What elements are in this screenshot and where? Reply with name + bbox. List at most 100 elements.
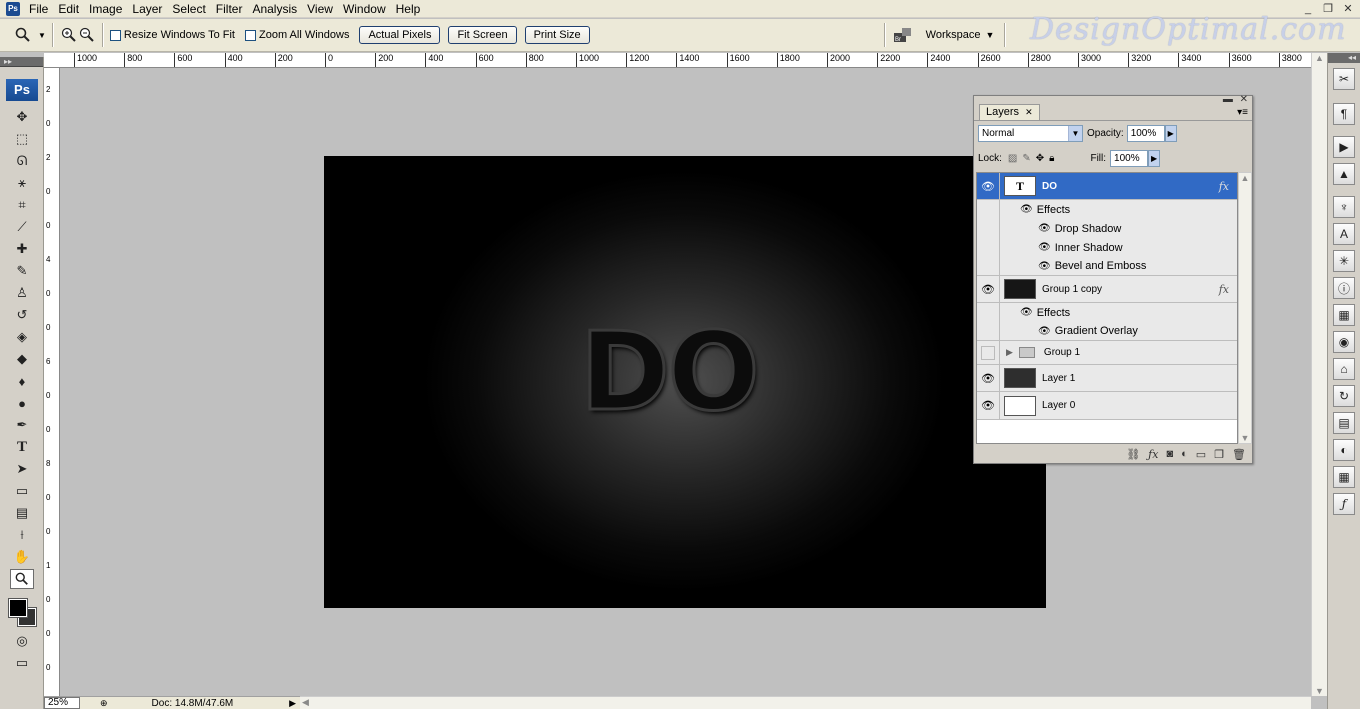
checkbox-box[interactable] xyxy=(244,29,256,41)
history-brush-tool-icon[interactable]: ↺ xyxy=(10,305,34,325)
menu-file[interactable]: File xyxy=(24,0,53,18)
scroll-up-icon[interactable]: ▲ xyxy=(1312,53,1327,63)
visibility-eye-icon[interactable]: 👁︎ xyxy=(977,173,1000,199)
shape-tool-icon[interactable]: ▭ xyxy=(10,481,34,501)
add-mask-icon[interactable]: ◙ xyxy=(1166,448,1173,460)
scroll-down-icon[interactable]: ▼ xyxy=(1312,686,1327,696)
opacity-slider-arrow-icon[interactable]: ▶ xyxy=(1164,125,1177,142)
effect-eye-icon[interactable]: 👁︎ xyxy=(1038,261,1051,272)
brush-tool-icon[interactable]: ✎ xyxy=(10,261,34,281)
layers-scrollbar[interactable]: ▲ ▼ xyxy=(1238,172,1252,444)
styles-panel-icon[interactable]: ◉ xyxy=(1333,331,1355,353)
visibility-toggle-empty[interactable] xyxy=(977,341,1000,364)
layer-row-group-1-copy[interactable]: 👁︎ Group 1 copy fx xyxy=(977,276,1237,303)
layer-row-layer-1[interactable]: 👁︎ Layer 1 xyxy=(977,365,1237,392)
effect-bevel-emboss[interactable]: 👁︎ Bevel and Emboss xyxy=(977,256,1237,276)
pen-tool-icon[interactable]: ✒ xyxy=(10,415,34,435)
actions-panel-icon[interactable]: ▶ xyxy=(1333,136,1355,158)
layer-comps-panel-icon[interactable]: ▦ xyxy=(1333,304,1355,326)
status-menu-arrow-icon[interactable]: ▶ xyxy=(289,698,296,709)
screen-mode-icon[interactable]: ▭ xyxy=(10,653,34,673)
scroll-down-icon[interactable]: ▼ xyxy=(1239,433,1251,443)
tab-close-icon[interactable]: ✕ xyxy=(1025,107,1033,117)
slice-tool-icon[interactable]: ⟋ xyxy=(10,217,34,237)
close-panel-icon[interactable]: ✕ xyxy=(1240,94,1248,105)
fill-slider-arrow-icon[interactable]: ▶ xyxy=(1148,150,1161,167)
bridge-icon[interactable]: Br xyxy=(892,26,914,44)
new-layer-icon[interactable]: ❐ xyxy=(1214,448,1224,461)
info-panel-icon[interactable]: ⓘ xyxy=(1333,277,1355,299)
move-tool-icon[interactable]: ✥ xyxy=(10,107,34,127)
effects-eye-icon[interactable]: 👁︎ xyxy=(1020,204,1033,215)
effect-gradient-overlay[interactable]: 👁︎ Gradient Overlay xyxy=(977,321,1237,341)
notes-tool-icon[interactable]: ▤ xyxy=(10,503,34,523)
effect-drop-shadow[interactable]: 👁︎ Drop Shadow xyxy=(977,219,1237,238)
menu-help[interactable]: Help xyxy=(391,0,426,18)
collapse-icon[interactable]: ▬ xyxy=(1223,94,1233,105)
quick-mask-icon[interactable]: ◎ xyxy=(10,631,34,651)
clone-stamp-tool-icon[interactable]: ♙ xyxy=(10,283,34,303)
effect-inner-shadow[interactable]: 👁︎ Inner Shadow xyxy=(977,238,1237,257)
menu-filter[interactable]: Filter xyxy=(211,0,248,18)
type-tool-icon[interactable]: T xyxy=(10,437,34,457)
dock-grip[interactable]: ◂◂ xyxy=(1328,53,1360,63)
zoom-level-field[interactable]: 25% xyxy=(44,697,80,709)
scroll-up-icon[interactable]: ▲ xyxy=(1239,173,1251,183)
magic-wand-tool-icon[interactable]: ⚹ xyxy=(10,173,34,193)
effects-header[interactable]: 👁︎ Effects xyxy=(977,200,1237,219)
color-panel-icon[interactable]: ◐ xyxy=(1333,439,1355,461)
menu-analysis[interactable]: Analysis xyxy=(247,0,302,18)
effects-eye-icon[interactable]: 👁︎ xyxy=(1020,307,1033,318)
fill-field[interactable]: 100% xyxy=(1110,150,1149,167)
menu-layer[interactable]: Layer xyxy=(127,0,167,18)
panel-menu-icon[interactable]: ▾≡ xyxy=(1237,107,1248,118)
visibility-eye-icon[interactable]: 👁︎ xyxy=(977,392,1000,419)
lasso-tool-icon[interactable]: ᘏ xyxy=(10,151,34,171)
zoom-all-windows-checkbox[interactable]: Zoom All Windows xyxy=(244,29,349,41)
zoom-tool-icon[interactable] xyxy=(10,569,34,589)
resize-windows-checkbox[interactable]: Resize Windows To Fit xyxy=(109,29,235,41)
effect-eye-icon[interactable]: 👁︎ xyxy=(1038,223,1051,234)
history-panel-icon[interactable]: ↻ xyxy=(1333,385,1355,407)
workspace-menu[interactable]: Workspace ▼ xyxy=(926,29,995,41)
zoom-out-icon[interactable] xyxy=(78,26,96,44)
notes-panel-icon[interactable]: ▤ xyxy=(1333,412,1355,434)
layer-style-panel-icon[interactable]: ƒ xyxy=(1333,493,1355,515)
blend-mode-select[interactable]: Normal ▼ xyxy=(978,125,1083,142)
dodge-tool-icon[interactable]: ● xyxy=(10,393,34,413)
lock-all-icon[interactable]: 🔒︎ xyxy=(1049,153,1054,164)
effect-eye-icon[interactable]: 👁︎ xyxy=(1038,242,1051,253)
navigator-panel-icon[interactable]: ✳ xyxy=(1333,250,1355,272)
hand-tool-icon[interactable]: ✋ xyxy=(10,547,34,567)
effects-header[interactable]: 👁︎ Effects xyxy=(977,303,1237,322)
fx-icon[interactable]: fx xyxy=(1219,283,1229,296)
print-size-button[interactable]: Print Size xyxy=(524,26,590,44)
tool-preset-dropdown-icon[interactable]: ▼ xyxy=(38,31,46,40)
checkbox-box[interactable] xyxy=(109,29,121,41)
swatches-panel-icon[interactable]: ▦ xyxy=(1333,466,1355,488)
opacity-field[interactable]: 100% xyxy=(1126,125,1165,142)
eraser-tool-icon[interactable]: ◈ xyxy=(10,327,34,347)
blur-tool-icon[interactable]: ♦ xyxy=(10,371,34,391)
clone-source-panel-icon[interactable]: ♆ xyxy=(1333,196,1355,218)
effect-eye-icon[interactable]: 👁︎ xyxy=(1038,326,1051,337)
visibility-eye-icon[interactable]: 👁︎ xyxy=(977,365,1000,391)
visibility-eye-icon[interactable]: 👁︎ xyxy=(977,276,1000,302)
foreground-color-swatch[interactable] xyxy=(8,598,28,618)
crop-tool-icon[interactable]: ⌗ xyxy=(10,195,34,215)
actual-pixels-button[interactable]: Actual Pixels xyxy=(359,26,441,44)
expand-triangle-icon[interactable]: ▶ xyxy=(1006,347,1013,358)
new-group-icon[interactable]: ▭ xyxy=(1196,448,1206,461)
fit-screen-button[interactable]: Fit Screen xyxy=(448,26,517,44)
delete-layer-icon[interactable]: 🗑︎ xyxy=(1232,448,1246,461)
menu-view[interactable]: View xyxy=(302,0,338,18)
lock-position-icon[interactable]: ✥ xyxy=(1036,153,1044,164)
tab-layers[interactable]: Layers ✕ xyxy=(979,104,1040,120)
adjustment-layer-icon[interactable]: ◐ xyxy=(1181,448,1188,460)
eyedropper-tool-icon[interactable]: ⟊ xyxy=(10,525,34,545)
character-panel-icon[interactable]: A xyxy=(1333,223,1355,245)
lock-transparent-icon[interactable]: ▨ xyxy=(1008,153,1017,164)
scroll-left-icon[interactable]: ◀ xyxy=(302,697,309,708)
add-layer-style-icon[interactable]: ƒx xyxy=(1148,448,1158,461)
menu-window[interactable]: Window xyxy=(338,0,391,18)
